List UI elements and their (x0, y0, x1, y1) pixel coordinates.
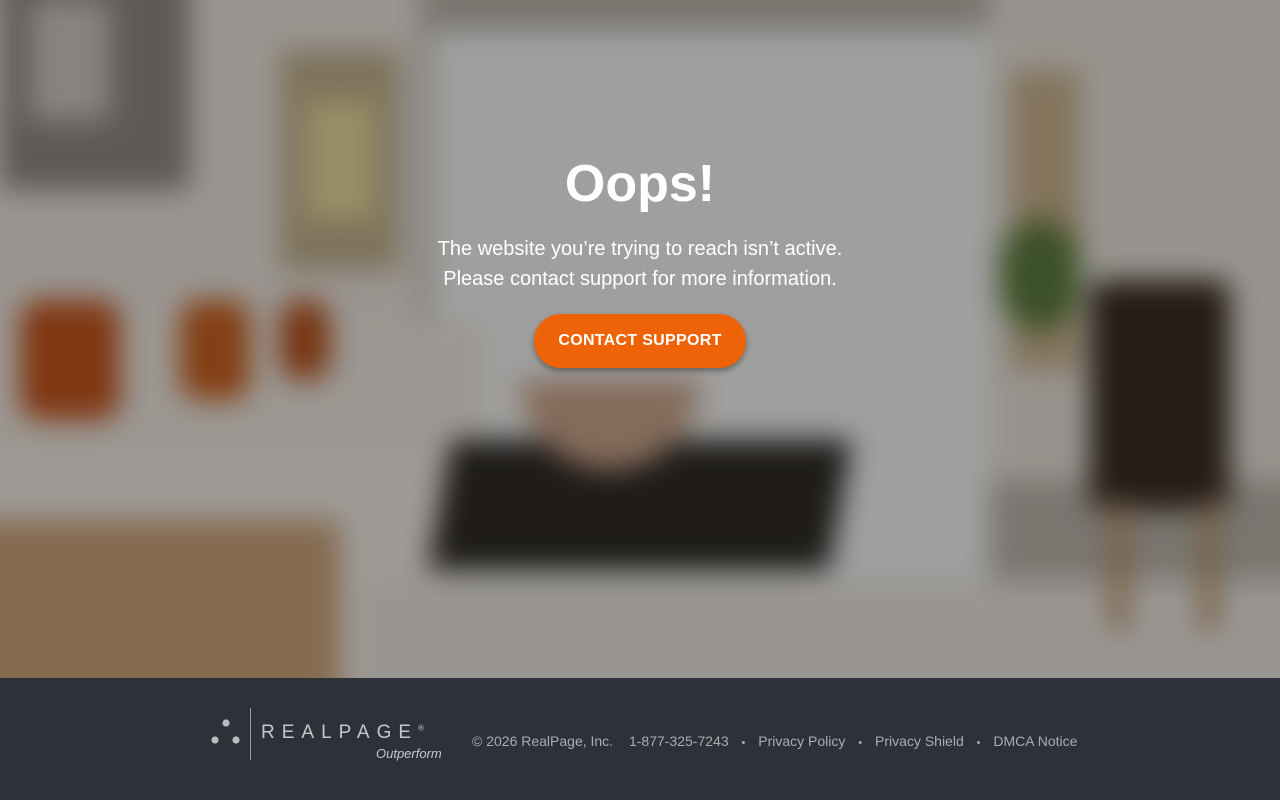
privacy-shield-link[interactable]: Privacy Shield (875, 731, 964, 751)
privacy-policy-link[interactable]: Privacy Policy (758, 731, 845, 751)
separator: • (976, 737, 981, 749)
separator: • (741, 737, 746, 749)
separator: • (858, 737, 863, 749)
error-description: The website you’re trying to reach isn’t… (0, 234, 1280, 294)
phone-number: 1-877-325-7243 (628, 733, 729, 749)
footer-links: © 2026 RealPage, Inc. 1-877-325-7243 • P… (472, 731, 1077, 751)
realpage-logo[interactable]: REALPAGE® Outperform (208, 706, 448, 764)
page: Oops! The website you’re trying to reach… (0, 0, 1280, 800)
logo-tagline: Outperform (376, 746, 442, 761)
error-description-line-1: The website you’re trying to reach isn’t… (437, 238, 843, 260)
dmca-notice-link[interactable]: DMCA Notice (993, 731, 1077, 751)
error-description-line-2: Please contact support for more informat… (443, 268, 837, 290)
page-title: Oops! (564, 155, 716, 213)
copyright-text: © 2026 RealPage, Inc. (472, 733, 614, 749)
logo-wordmark: REALPAGE® (261, 722, 424, 743)
logo-divider (250, 708, 251, 760)
logo-dots-icon (211, 719, 240, 744)
contact-support-button[interactable]: CONTACT SUPPORT (534, 314, 746, 368)
